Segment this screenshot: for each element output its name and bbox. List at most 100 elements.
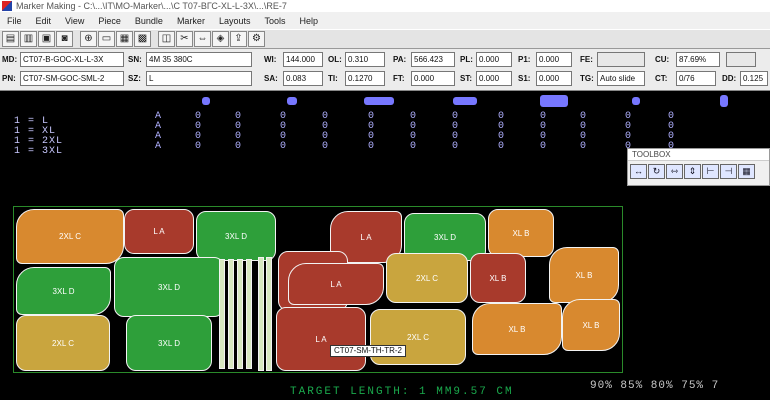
window-icon[interactable]: ▭	[98, 31, 115, 47]
toolbox-panel[interactable]: TOOLBOX ↔ ↻ ⇿ ⇕ ⊢ ⊣ ▦	[627, 148, 770, 186]
ti-label: TI:	[328, 74, 338, 83]
open-icon[interactable]: ▥	[20, 31, 37, 47]
cut-icon[interactable]: ✂	[176, 31, 193, 47]
menu-tools[interactable]: Tools	[257, 16, 292, 26]
print-icon[interactable]: ▣	[38, 31, 55, 47]
marker-piece[interactable]: XL B	[470, 253, 526, 303]
marker-piece[interactable]: XL B	[549, 247, 619, 303]
flip-h-icon[interactable]: ⇿	[666, 164, 683, 179]
status-bar: TARGET LENGTH: 1 MM9.57 CM 90% 85% 80% 7…	[0, 380, 770, 400]
marker-piece[interactable]: XL B	[562, 299, 620, 351]
marker-strip[interactable]	[228, 259, 234, 369]
ct-label: CT:	[655, 74, 668, 83]
flip-v-icon[interactable]: ⇕	[684, 164, 701, 179]
target-length: TARGET LENGTH: 1 MM9.57 CM	[290, 386, 514, 398]
marker-piece[interactable]: L A	[276, 307, 366, 371]
menu-layouts[interactable]: Layouts	[212, 16, 258, 26]
fe-field[interactable]	[597, 52, 645, 67]
marker-piece[interactable]: 3XL D	[126, 315, 212, 371]
marker-strip[interactable]	[266, 257, 272, 371]
ti-field[interactable]: 0.1270	[345, 71, 385, 86]
menu-piece[interactable]: Piece	[91, 16, 128, 26]
size-column: 0 0 0 0	[235, 111, 242, 152]
piece-icon[interactable]: ◈	[212, 31, 229, 47]
camera-icon[interactable]: ◙	[56, 31, 73, 47]
snap-icon[interactable]: ⊣	[720, 164, 737, 179]
pl-field[interactable]: 0.000	[476, 52, 512, 67]
layout-icon[interactable]: ▦	[116, 31, 133, 47]
selected-piece-label: CT07-SM-TH-TR-2	[330, 345, 406, 357]
sn-field[interactable]: 4M 35 380C	[146, 52, 252, 67]
measure-icon[interactable]: ⇔	[194, 31, 211, 47]
size-column: 0 0 0 0	[668, 111, 675, 152]
marker-piece[interactable]: 2XL C	[16, 315, 110, 371]
size-column: 0 0 0 0	[410, 111, 417, 152]
wi-label: WI:	[264, 55, 277, 64]
wi-field[interactable]: 144.000	[283, 52, 323, 67]
marker-strip[interactable]	[219, 259, 225, 369]
export-icon[interactable]: ⇪	[230, 31, 247, 47]
md-field[interactable]: CT07-B-GOC-XL-L-3X	[20, 52, 124, 67]
grid-icon[interactable]: ▩	[134, 31, 151, 47]
marker-fields-panel: MD: CT07-B-GOC-XL-L-3X SN: 4M 35 380C WI…	[0, 49, 770, 91]
marker-layout-area[interactable]: 2XL CL A3XL DL A3XL DXL B3XL D3XL DXL BL…	[13, 206, 623, 373]
window-title: Marker Making - C:\...\IT\MO-Marker\...\…	[16, 1, 287, 11]
menu-view[interactable]: View	[58, 16, 91, 26]
s1-field[interactable]: 0.000	[536, 71, 572, 86]
rotate-icon[interactable]: ↻	[648, 164, 665, 179]
st-field[interactable]: 0.000	[476, 71, 512, 86]
cu-field[interactable]: 87.69%	[676, 52, 720, 67]
marker-strip[interactable]	[237, 259, 243, 369]
menu-edit[interactable]: Edit	[29, 16, 59, 26]
settings-icon[interactable]: ⚙	[248, 31, 265, 47]
menu-bundle[interactable]: Bundle	[128, 16, 170, 26]
fe-label: FE:	[580, 55, 593, 64]
save-icon[interactable]: ▤	[2, 31, 19, 47]
dd-field[interactable]: 0.125	[740, 71, 768, 86]
menu-file[interactable]: File	[0, 16, 29, 26]
size-column: 0 0 0 0	[368, 111, 375, 152]
zoom-icon[interactable]: ⊕	[80, 31, 97, 47]
size-column: 0 0 0 0	[498, 111, 505, 152]
marker-making-window: Marker Making - C:\...\IT\MO-Marker\...\…	[0, 0, 770, 400]
pn-label: PN:	[2, 74, 16, 83]
marker-piece[interactable]: XL B	[472, 303, 562, 355]
sz-label: SZ:	[128, 74, 141, 83]
arrows-icon[interactable]: ↔	[630, 164, 647, 179]
marker-piece[interactable]: 2XL C	[16, 209, 124, 264]
marker-piece[interactable]: L A	[288, 263, 384, 305]
sz-field[interactable]: L	[146, 71, 252, 86]
pa-field[interactable]: 566.423	[411, 52, 455, 67]
dd-label: DD:	[722, 74, 737, 83]
lock-icon[interactable]: ▦	[738, 164, 755, 179]
pn-field[interactable]: CT07-SM-GOC-SML-2	[20, 71, 124, 86]
bundle-marker	[453, 97, 477, 105]
size-column: A A A A	[155, 111, 162, 152]
marker-strip[interactable]	[246, 259, 252, 369]
marker-piece[interactable]: 3XL D	[16, 267, 111, 315]
tg-field[interactable]: Auto slide	[597, 71, 645, 86]
app-logo-icon	[2, 1, 12, 11]
marker-piece[interactable]: 2XL C	[386, 253, 468, 303]
menu-help[interactable]: Help	[293, 16, 326, 26]
extra-field[interactable]	[726, 52, 756, 67]
sa-field[interactable]: 0.083	[283, 71, 323, 86]
bundle-marker	[632, 97, 640, 105]
size-column: 0 0 0 0	[322, 111, 329, 152]
ct-field[interactable]: 0/76	[676, 71, 716, 86]
marker-piece[interactable]: XL B	[488, 209, 554, 257]
size-column: 0 0 0 0	[580, 111, 587, 152]
bundle-marker	[287, 97, 297, 105]
bundle-icon[interactable]: ◫	[158, 31, 175, 47]
ft-field[interactable]: 0.000	[411, 71, 455, 86]
marker-piece[interactable]: 3XL D	[114, 257, 224, 317]
p1-field[interactable]: 0.000	[536, 52, 572, 67]
menu-marker[interactable]: Marker	[170, 16, 212, 26]
marker-piece[interactable]: L A	[124, 209, 194, 254]
ft-label: FT:	[393, 74, 405, 83]
marker-strip[interactable]	[258, 257, 264, 371]
marker-piece[interactable]: 3XL D	[196, 211, 276, 261]
size-column: 0 0 0 0	[452, 111, 459, 152]
align-icon[interactable]: ⊢	[702, 164, 719, 179]
ol-field[interactable]: 0.310	[345, 52, 385, 67]
